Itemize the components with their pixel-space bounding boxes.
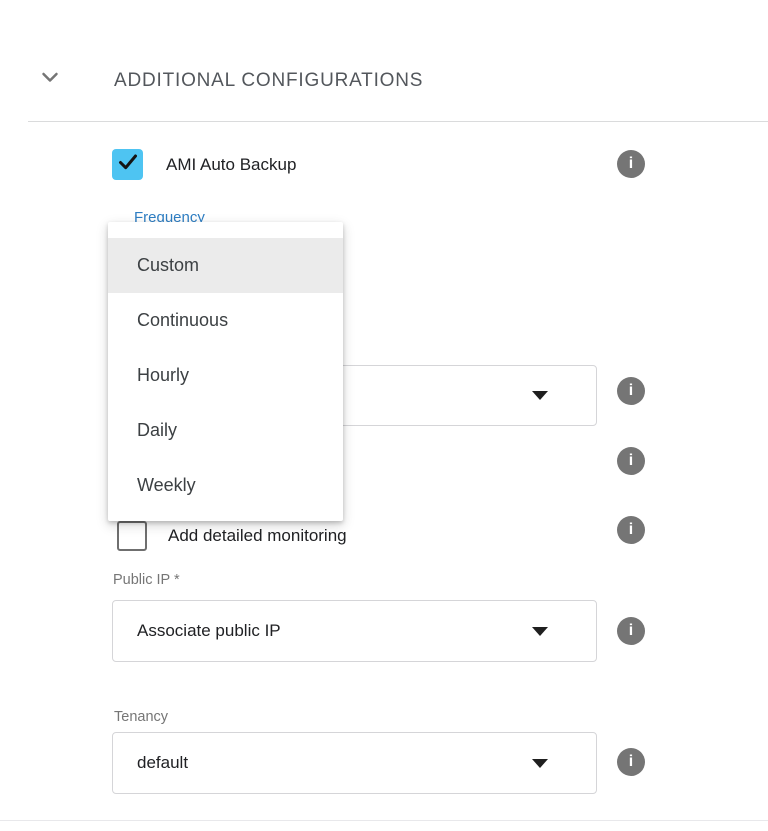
public-ip-select-value: Associate public IP	[137, 621, 532, 641]
ami-auto-backup-label: AMI Auto Backup	[166, 155, 296, 175]
ami-auto-backup-row[interactable]: AMI Auto Backup	[112, 149, 296, 180]
menu-item-weekly[interactable]: Weekly	[108, 458, 343, 513]
chevron-down-icon	[37, 64, 63, 95]
dropdown-caret-icon	[532, 391, 548, 400]
section-title: ADDITIONAL CONFIGURATIONS	[114, 70, 423, 92]
hidden-row-info-icon[interactable]: i	[617, 447, 645, 475]
ami-auto-backup-info-icon[interactable]: i	[617, 150, 645, 178]
tenancy-info-icon[interactable]: i	[617, 748, 645, 776]
tenancy-select-value: default	[137, 753, 532, 773]
ami-auto-backup-checkbox[interactable]	[112, 149, 143, 180]
frequency-dropdown-menu: Custom Continuous Hourly Daily Weekly	[108, 222, 343, 521]
menu-item-custom[interactable]: Custom	[108, 238, 343, 293]
tenancy-select[interactable]: default	[112, 732, 597, 794]
section-collapse-chevron[interactable]	[36, 66, 64, 92]
detailed-monitoring-info-icon[interactable]: i	[617, 516, 645, 544]
bottom-divider	[0, 820, 768, 821]
public-ip-select[interactable]: Associate public IP	[112, 600, 597, 662]
public-ip-field-label: Public IP *	[113, 572, 180, 588]
dropdown-caret-icon	[532, 759, 548, 768]
detailed-monitoring-label: Add detailed monitoring	[168, 526, 347, 546]
menu-item-continuous[interactable]: Continuous	[108, 293, 343, 348]
dropdown-caret-icon	[532, 627, 548, 636]
tenancy-field-label: Tenancy	[114, 709, 168, 725]
public-ip-info-icon[interactable]: i	[617, 617, 645, 645]
menu-item-daily[interactable]: Daily	[108, 403, 343, 458]
frequency-info-icon[interactable]: i	[617, 377, 645, 405]
menu-item-hourly[interactable]: Hourly	[108, 348, 343, 403]
section-divider	[28, 121, 768, 122]
checkmark-icon	[116, 150, 140, 179]
detailed-monitoring-row[interactable]: Add detailed monitoring	[117, 521, 347, 551]
detailed-monitoring-checkbox[interactable]	[117, 521, 147, 551]
